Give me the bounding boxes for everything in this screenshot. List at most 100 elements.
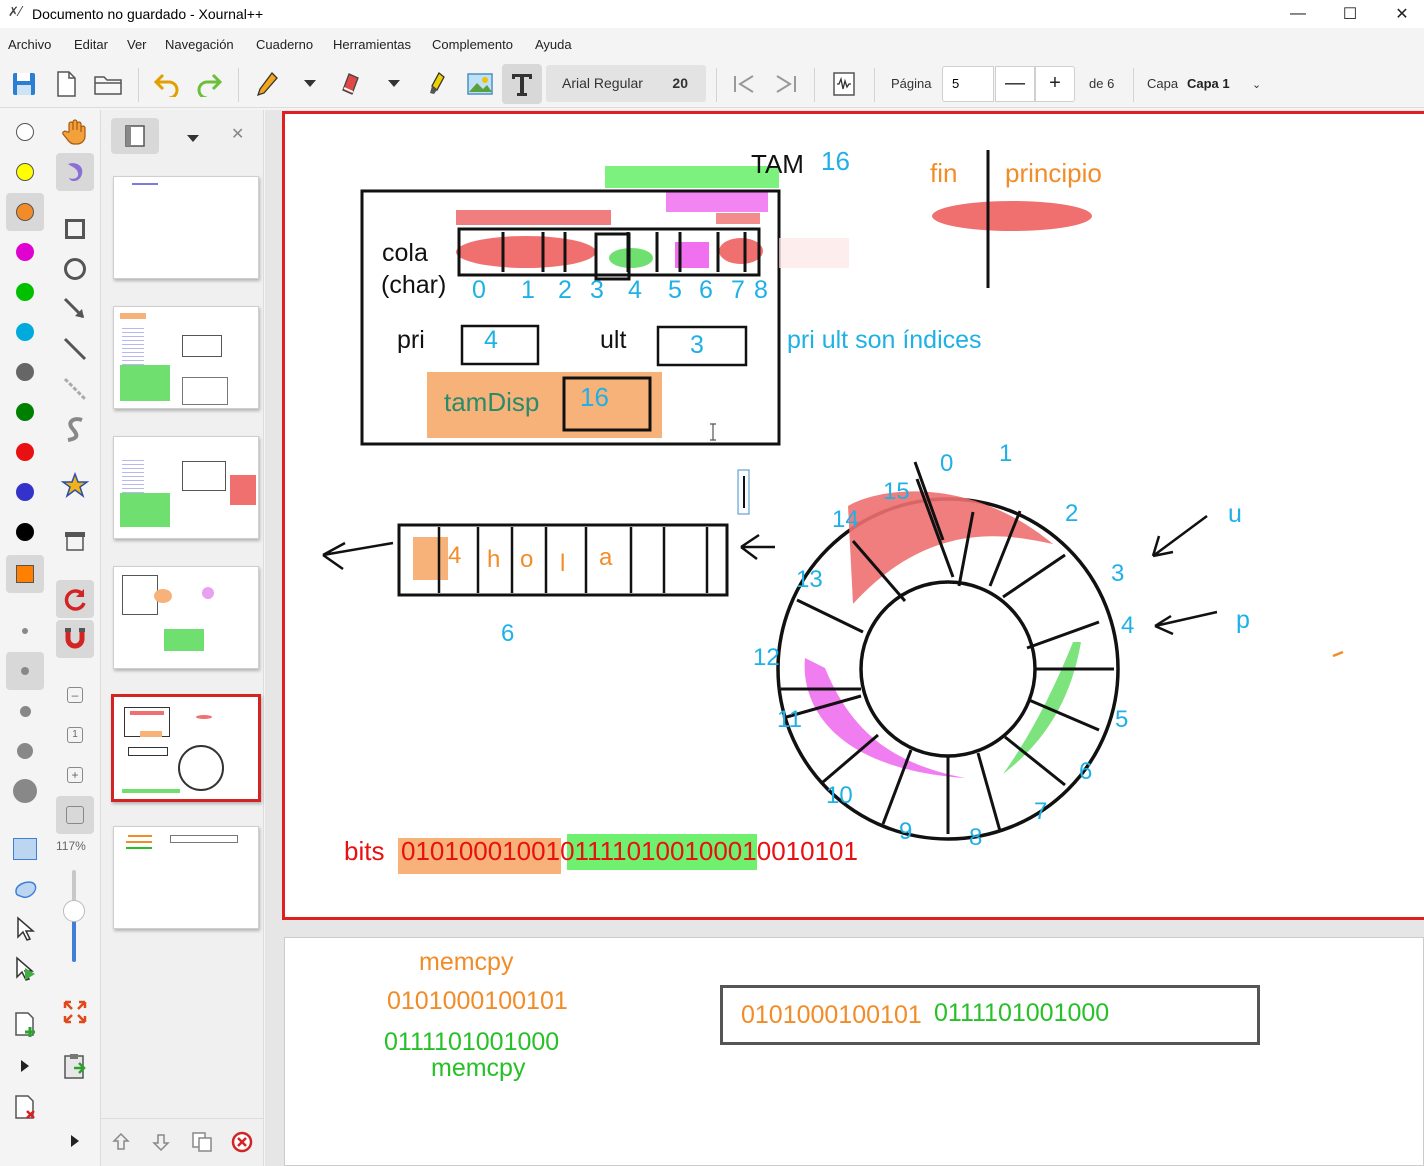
image-icon[interactable] [460,64,500,104]
pen-icon[interactable] [248,64,288,104]
ruler-icon[interactable] [56,370,94,408]
expand-arrow-icon[interactable] [6,1047,44,1085]
pointer-u-label: u [1228,500,1242,528]
color-yellow-button[interactable] [6,153,44,191]
select-object-icon[interactable] [6,910,44,948]
grid-snapping-icon[interactable] [56,620,94,658]
fill-icon[interactable] [56,522,94,560]
page-increment-button[interactable]: + [1035,66,1075,102]
size-very-fine-button[interactable] [6,612,44,650]
eraser-icon[interactable] [333,64,373,104]
spline-icon[interactable] [56,410,94,448]
page-thumbnail-1[interactable] [113,176,259,279]
goto-last-page-icon[interactable] [766,64,806,104]
open-folder-icon[interactable] [88,64,128,104]
zoom-level: 117% [56,839,86,853]
color-lightblue-button[interactable] [6,313,44,351]
color-orange-button[interactable] [6,193,44,231]
paste-icon[interactable] [56,1047,94,1085]
menu-cuaderno[interactable]: Cuaderno [256,37,313,52]
size-fine-button[interactable] [6,652,44,690]
eraser-dropdown-icon[interactable] [376,64,412,104]
move-page-up-icon[interactable] [111,1131,131,1158]
text-tool-icon[interactable] [502,64,542,104]
size-thick-button[interactable] [6,732,44,770]
page-thumbnail-3[interactable] [113,436,259,539]
select-region-icon[interactable] [6,870,44,908]
copy-page-icon[interactable] [191,1131,213,1158]
page-preview-icon[interactable] [111,118,159,154]
new-document-icon[interactable] [46,64,86,104]
color-darkgreen-button[interactable] [6,393,44,431]
color-green-button[interactable] [6,273,44,311]
menu-ayuda[interactable]: Ayuda [535,37,572,52]
lasso-select-icon[interactable] [56,153,94,191]
menu-herramientas[interactable]: Herramientas [333,37,411,52]
maximize-button[interactable]: ☐ [1324,0,1376,28]
arrow-icon[interactable] [56,290,94,328]
goto-first-page-icon[interactable] [724,64,764,104]
zoom-out-icon[interactable]: – [56,676,94,714]
font-selector[interactable]: Arial Regular 20 [546,65,706,102]
page-thumbnail-4[interactable] [113,566,259,669]
size-very-thick-button[interactable] [6,772,44,810]
page-decrement-button[interactable]: — [995,66,1035,102]
page-6[interactable]: memcpy 0101000100101 0111101001000 memcp… [284,937,1424,1166]
select-rect-icon[interactable] [6,830,44,868]
pointer-p-label: p [1236,606,1250,634]
buffer-char-4: 4 [448,542,462,569]
line-icon[interactable] [56,330,94,368]
sidebar-dropdown-icon[interactable] [187,130,199,148]
zoom-100-icon[interactable]: 1 [56,716,94,754]
hand-tool-icon[interactable] [56,113,94,151]
redo-icon[interactable] [189,64,229,104]
index-1: 1 [521,276,535,304]
page-number-input[interactable]: 5 [942,66,994,102]
bits-part-1: 01010001001011110100100010010101 [401,836,858,866]
ring-label-10: 10 [826,782,853,809]
page-thumbnail-5[interactable] [111,694,261,802]
menu-ver[interactable]: Ver [127,37,147,52]
play-object-icon[interactable] [6,950,44,988]
menu-navegacion[interactable]: Navegación [165,37,234,52]
menu-archivo[interactable]: Archivo [8,37,51,52]
menu-complemento[interactable]: Complemento [432,37,513,52]
rectangle-icon[interactable] [56,210,94,248]
shape-recognizer-icon[interactable] [56,467,94,505]
undo-icon[interactable] [147,64,187,104]
tam-value: 16 [821,146,850,176]
menu-editar[interactable]: Editar [74,37,108,52]
page-thumbnail-6[interactable] [113,826,259,929]
size-medium-button[interactable] [6,692,44,730]
color-white-button[interactable] [6,113,44,151]
color-black-button[interactable] [6,513,44,551]
zoom-fit-icon[interactable] [56,796,94,834]
layer-selector[interactable]: Capa 1 [1187,76,1230,91]
color-blue-button[interactable] [6,473,44,511]
minimize-button[interactable]: — [1272,0,1324,28]
rotation-snapping-icon[interactable] [56,580,94,618]
insert-page-icon[interactable] [6,1005,44,1043]
color-gray-button[interactable] [6,353,44,391]
delete-page-icon[interactable] [6,1088,44,1126]
ring-label-12: 12 [753,644,780,671]
zoom-slider-handle[interactable] [63,900,85,922]
sidebar-close-icon[interactable]: ✕ [231,124,244,144]
audio-record-icon[interactable] [824,64,864,104]
page-thumbnail-2[interactable] [113,306,259,409]
ellipse-icon[interactable] [56,250,94,288]
fullscreen-icon[interactable] [56,993,94,1031]
expand-arrow-icon[interactable] [56,1122,94,1160]
color-magenta-button[interactable] [6,233,44,271]
page-5[interactable]: TAM 16 fin principio cola (char) 0 1 2 3… [282,111,1424,920]
custom-color-button[interactable] [6,555,44,593]
move-page-down-icon[interactable] [151,1131,171,1158]
color-red-button[interactable] [6,433,44,471]
highlighter-icon[interactable] [417,64,457,104]
zoom-in-icon[interactable]: + [56,756,94,794]
layer-dropdown-icon[interactable]: ⌄ [1252,78,1261,91]
delete-page-button-icon[interactable] [231,1131,253,1158]
pen-dropdown-icon[interactable] [292,64,328,104]
save-icon[interactable] [4,64,44,104]
close-button[interactable]: ✕ [1376,0,1424,28]
